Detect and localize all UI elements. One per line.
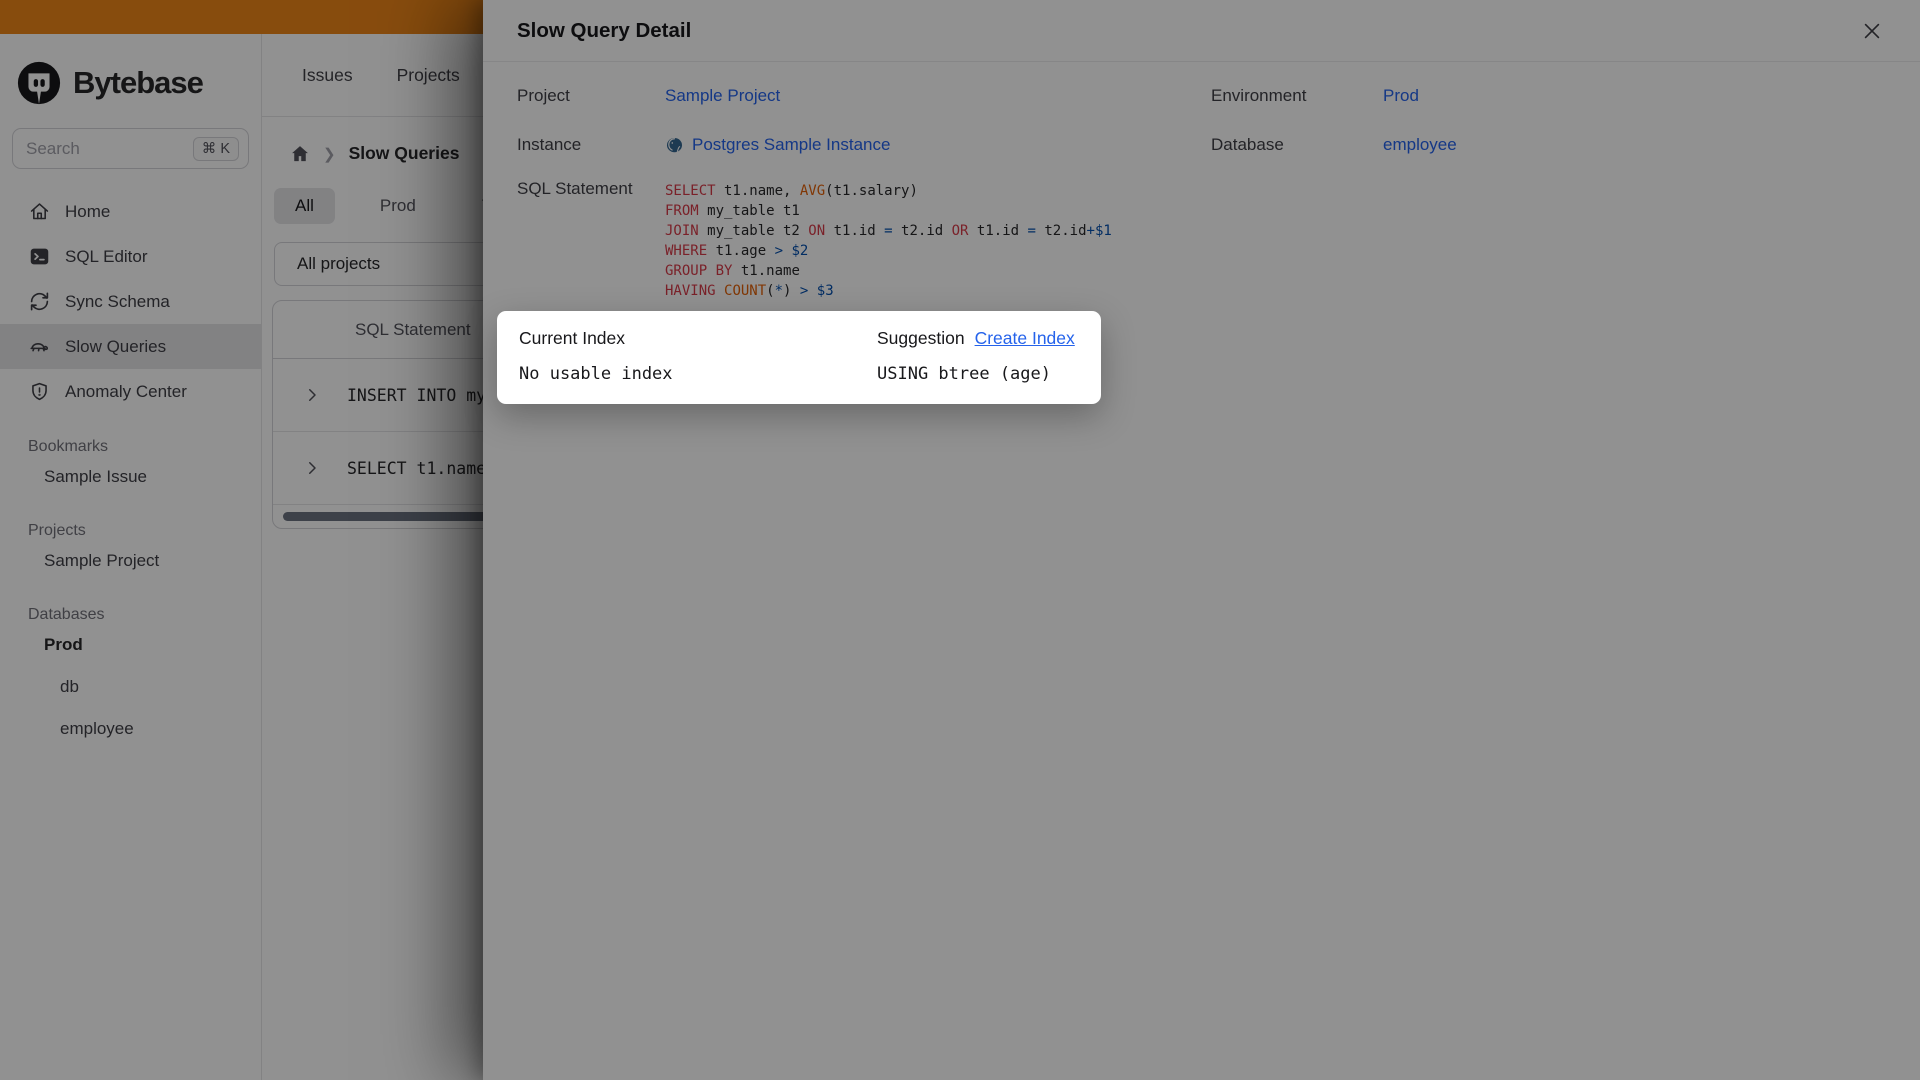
- index-advisor-popover: Current Index Suggestion Create Index No …: [497, 311, 1101, 404]
- suggestion-label: Suggestion: [877, 328, 965, 348]
- suggestion-header: Suggestion Create Index: [877, 328, 1079, 349]
- modal-overlay[interactable]: [0, 0, 1920, 1080]
- current-index-value: No usable index: [519, 364, 673, 384]
- app-screen: Bytebase Search ⌘ K Home SQL Editor Sync…: [0, 0, 1920, 1080]
- suggestion-value: USING btree (age): [877, 364, 1051, 384]
- create-index-link[interactable]: Create Index: [975, 328, 1075, 348]
- current-index-label: Current Index: [519, 328, 626, 348]
